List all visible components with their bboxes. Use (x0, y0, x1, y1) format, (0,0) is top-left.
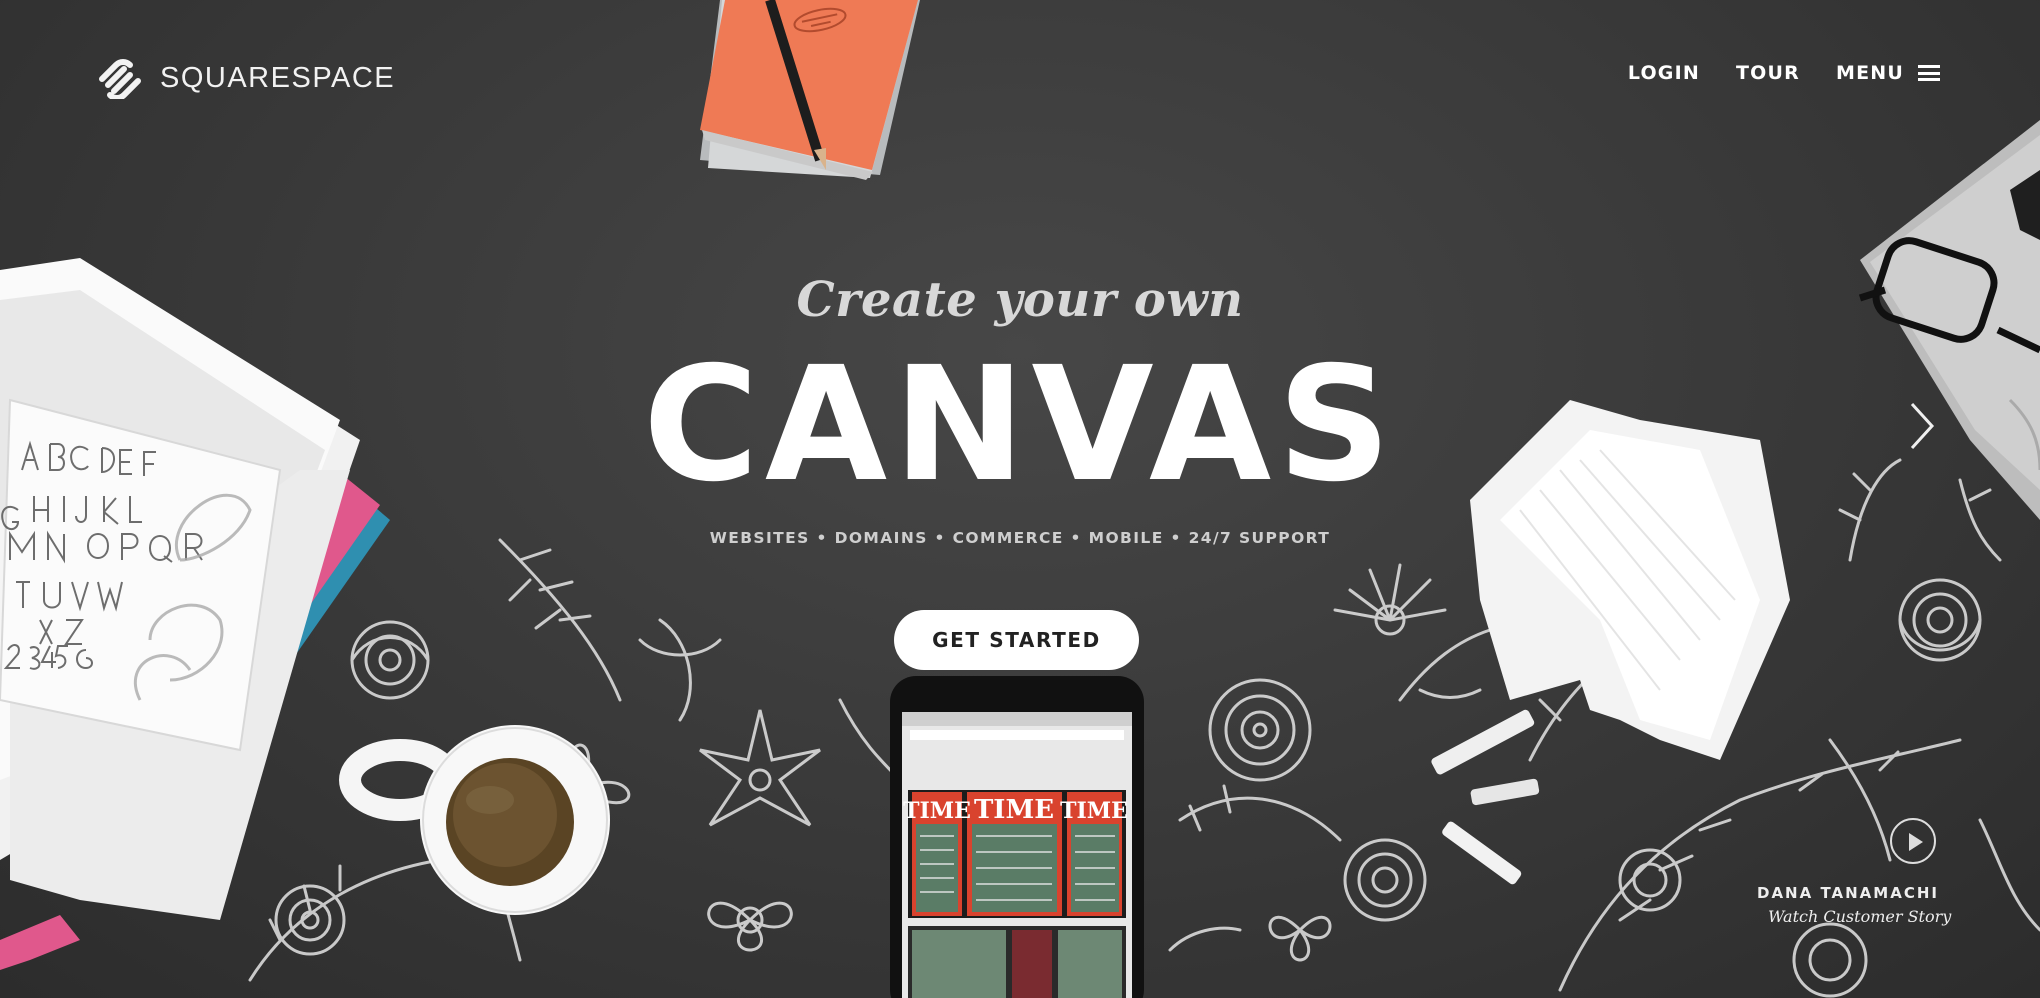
notebook-with-pencil (700, 0, 920, 180)
hero-background: TIME TIME TIME SQUARESPACE LOGIN TOUR ME… (0, 0, 2040, 998)
customer-name: DANA TANAMACHI (1757, 884, 1939, 902)
brand-logo[interactable]: SQUARESPACE (94, 54, 395, 102)
login-link[interactable]: LOGIN (1628, 62, 1700, 84)
hero-title: CANVAS (642, 333, 1398, 517)
watch-story-link[interactable]: Watch Customer Story (1768, 907, 1951, 926)
get-started-button[interactable]: GET STARTED (894, 610, 1139, 670)
menu-button[interactable]: MENU (1836, 62, 1940, 84)
magazine-word: TIME (974, 795, 1054, 825)
hero-features: WEBSITES • DOMAINS • COMMERCE • MOBILE •… (709, 529, 1331, 547)
play-icon[interactable] (1890, 818, 1936, 864)
hamburger-icon (1918, 65, 1940, 81)
top-nav: LOGIN TOUR MENU (1628, 62, 1940, 84)
hero-subtitle: Create your own (796, 272, 1244, 328)
chalk-sticks (1431, 709, 1540, 885)
menu-label: MENU (1835, 62, 1904, 84)
squarespace-logo-icon (99, 59, 141, 99)
magazine-word-right: TIME (1060, 798, 1128, 824)
brand-name: SQUARESPACE (160, 61, 396, 94)
tour-link[interactable]: TOUR (1736, 62, 1800, 84)
magazine-word-left: TIME (903, 798, 971, 824)
coffee-cup (339, 725, 610, 915)
chevron-right-icon[interactable] (1908, 400, 1938, 452)
phone-mockup: TIME TIME TIME (890, 676, 1144, 998)
